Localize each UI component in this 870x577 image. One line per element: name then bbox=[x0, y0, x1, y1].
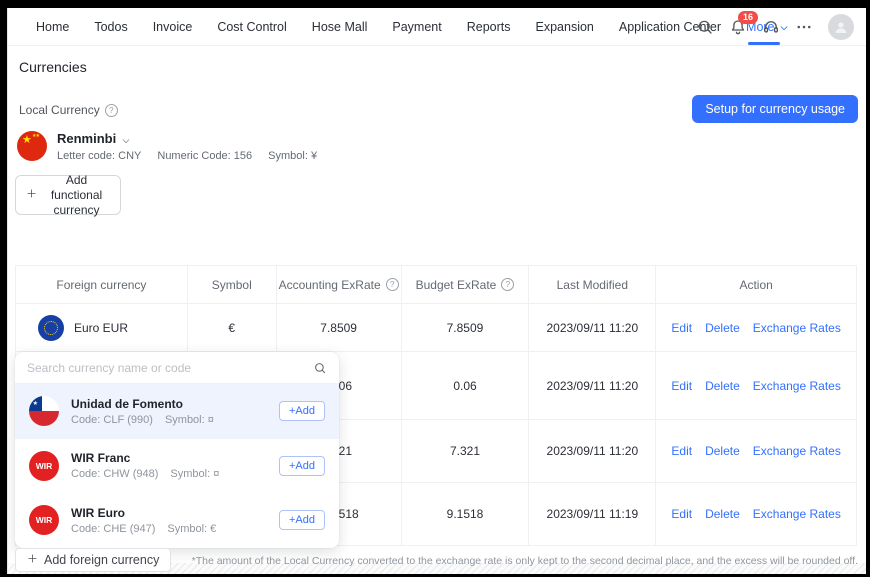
china-flag-icon: ★★★ bbox=[17, 131, 47, 161]
local-currency-block: ★★★ Renminbi Letter code: CNY Numeric Co… bbox=[17, 131, 317, 162]
budget-exrate-cell: 7.8509 bbox=[402, 304, 530, 351]
delete-link[interactable]: Delete bbox=[705, 379, 740, 393]
wir-logo-icon: WIR bbox=[29, 505, 59, 535]
add-currency-button[interactable]: +Add bbox=[279, 401, 325, 421]
table-row: Euro EUR € 7.8509 7.8509 2023/09/11 11:2… bbox=[16, 304, 856, 352]
add-foreign-currency-label: Add foreign currency bbox=[44, 553, 159, 567]
delete-link[interactable]: Delete bbox=[705, 507, 740, 521]
letter-code: Letter code: CNY bbox=[57, 150, 141, 162]
exchange-rates-link[interactable]: Exchange Rates bbox=[753, 507, 841, 521]
dropdown-currency-symbol: Symbol: ¤ bbox=[170, 468, 219, 480]
dropdown-currency-code: Code: CHW (948) bbox=[71, 468, 158, 480]
header-action: Action bbox=[656, 266, 856, 303]
header-budget-exrate: Budget ExRate bbox=[402, 266, 530, 303]
currency-search-row bbox=[15, 352, 339, 384]
last-modified-cell: 2023/09/11 11:20 bbox=[529, 420, 656, 482]
currency-name: Euro EUR bbox=[74, 321, 128, 335]
table-header-row: Foreign currency Symbol Accounting ExRat… bbox=[16, 266, 856, 304]
search-icon bbox=[313, 361, 327, 375]
page-title: Currencies bbox=[19, 59, 87, 75]
headset-icon[interactable] bbox=[762, 18, 780, 36]
delete-link[interactable]: Delete bbox=[705, 444, 740, 458]
currency-symbol: Symbol: ¥ bbox=[268, 150, 317, 162]
exchange-rate-footnote: *The amount of the Local Currency conver… bbox=[192, 555, 858, 567]
top-navbar: Home Todos Invoice Cost Control Hose Mal… bbox=[8, 8, 866, 46]
dropdown-currency-symbol: Symbol: ¤ bbox=[165, 414, 214, 426]
dropdown-item-wir-franc[interactable]: WIR WIR Franc Code: CHW (948) Symbol: ¤ … bbox=[15, 439, 339, 494]
nav-item-home[interactable]: Home bbox=[36, 20, 69, 34]
add-currency-button[interactable]: +Add bbox=[279, 456, 325, 476]
dropdown-currency-name: WIR Franc bbox=[71, 451, 267, 465]
dropdown-item-unidad-de-fomento[interactable]: ★ Unidad de Fomento Code: CLF (990) Symb… bbox=[15, 384, 339, 439]
delete-link[interactable]: Delete bbox=[705, 321, 740, 335]
help-icon[interactable] bbox=[386, 278, 399, 291]
eu-flag-icon bbox=[38, 315, 64, 341]
chevron-down-icon[interactable] bbox=[121, 134, 131, 144]
exchange-rates-link[interactable]: Exchange Rates bbox=[753, 444, 841, 458]
nav-item-invoice[interactable]: Invoice bbox=[153, 20, 193, 34]
budget-exrate-cell: 7.321 bbox=[402, 420, 530, 482]
dropdown-currency-code: Code: CLF (990) bbox=[71, 414, 153, 426]
budget-exrate-cell: 9.1518 bbox=[402, 483, 530, 545]
edit-link[interactable]: Edit bbox=[671, 379, 692, 393]
accounting-exrate-cell: 7.8509 bbox=[277, 304, 402, 351]
action-cell: Edit Delete Exchange Rates bbox=[656, 483, 856, 545]
exchange-rates-link[interactable]: Exchange Rates bbox=[753, 379, 841, 393]
action-cell: Edit Delete Exchange Rates bbox=[656, 304, 856, 351]
bell-icon[interactable]: 16 bbox=[729, 18, 747, 36]
last-modified-cell: 2023/09/11 11:20 bbox=[529, 352, 656, 419]
header-last-modified: Last Modified bbox=[529, 266, 656, 303]
symbol-cell: € bbox=[188, 304, 277, 351]
last-modified-cell: 2023/09/11 11:19 bbox=[529, 483, 656, 545]
header-symbol: Symbol bbox=[188, 266, 277, 303]
notification-badge: 16 bbox=[738, 11, 758, 24]
action-cell: Edit Delete Exchange Rates bbox=[656, 352, 856, 419]
help-icon[interactable] bbox=[105, 104, 118, 117]
edit-link[interactable]: Edit bbox=[671, 507, 692, 521]
nav-item-cost-control[interactable]: Cost Control bbox=[217, 20, 286, 34]
local-currency-label-text: Local Currency bbox=[19, 103, 100, 117]
exchange-rates-link[interactable]: Exchange Rates bbox=[753, 321, 841, 335]
wir-logo-icon: WIR bbox=[29, 451, 59, 481]
help-icon[interactable] bbox=[501, 278, 514, 291]
nav-item-hose-mall[interactable]: Hose Mall bbox=[312, 20, 368, 34]
dropdown-currency-name: WIR Euro bbox=[71, 506, 267, 520]
edit-link[interactable]: Edit bbox=[671, 444, 692, 458]
numeric-code: Numeric Code: 156 bbox=[157, 150, 252, 162]
last-modified-cell: 2023/09/11 11:20 bbox=[529, 304, 656, 351]
nav-right-icons: 16 bbox=[696, 8, 854, 46]
dropdown-currency-symbol: Symbol: € bbox=[167, 523, 216, 535]
nav-items: Home Todos Invoice Cost Control Hose Mal… bbox=[8, 20, 789, 34]
header-accounting-exrate: Accounting ExRate bbox=[277, 266, 402, 303]
add-foreign-currency-button[interactable]: Add foreign currency bbox=[15, 548, 171, 572]
avatar[interactable] bbox=[828, 14, 854, 40]
plus-icon bbox=[26, 188, 37, 203]
currency-cell: Euro EUR bbox=[16, 304, 188, 351]
search-icon[interactable] bbox=[696, 18, 714, 36]
setup-currency-usage-button[interactable]: Setup for currency usage bbox=[692, 95, 858, 123]
budget-exrate-cell: 0.06 bbox=[402, 352, 530, 419]
dropdown-currency-name: Unidad de Fomento bbox=[71, 397, 267, 411]
add-functional-currency-label: Add functional currency bbox=[43, 173, 111, 218]
add-currency-button[interactable]: +Add bbox=[279, 510, 325, 530]
nav-item-reports[interactable]: Reports bbox=[467, 20, 511, 34]
app-window: Home Todos Invoice Cost Control Hose Mal… bbox=[7, 8, 866, 574]
nav-item-payment[interactable]: Payment bbox=[392, 20, 441, 34]
action-cell: Edit Delete Exchange Rates bbox=[656, 420, 856, 482]
dropdown-currency-code: Code: CHE (947) bbox=[71, 523, 155, 535]
plus-icon bbox=[27, 553, 38, 567]
nav-item-expansion[interactable]: Expansion bbox=[536, 20, 594, 34]
nav-item-todos[interactable]: Todos bbox=[94, 20, 127, 34]
chile-flag-icon: ★ bbox=[29, 396, 59, 426]
more-options-icon[interactable] bbox=[795, 18, 813, 36]
edit-link[interactable]: Edit bbox=[671, 321, 692, 335]
header-foreign-currency: Foreign currency bbox=[16, 266, 188, 303]
currency-search-input[interactable] bbox=[27, 361, 313, 375]
add-functional-currency-button[interactable]: Add functional currency bbox=[15, 175, 121, 215]
local-currency-label: Local Currency bbox=[19, 103, 118, 117]
dropdown-item-wir-euro[interactable]: WIR WIR Euro Code: CHE (947) Symbol: € +… bbox=[15, 493, 339, 548]
local-currency-name: Renminbi bbox=[57, 131, 116, 146]
currency-search-dropdown: ★ Unidad de Fomento Code: CLF (990) Symb… bbox=[15, 352, 339, 548]
